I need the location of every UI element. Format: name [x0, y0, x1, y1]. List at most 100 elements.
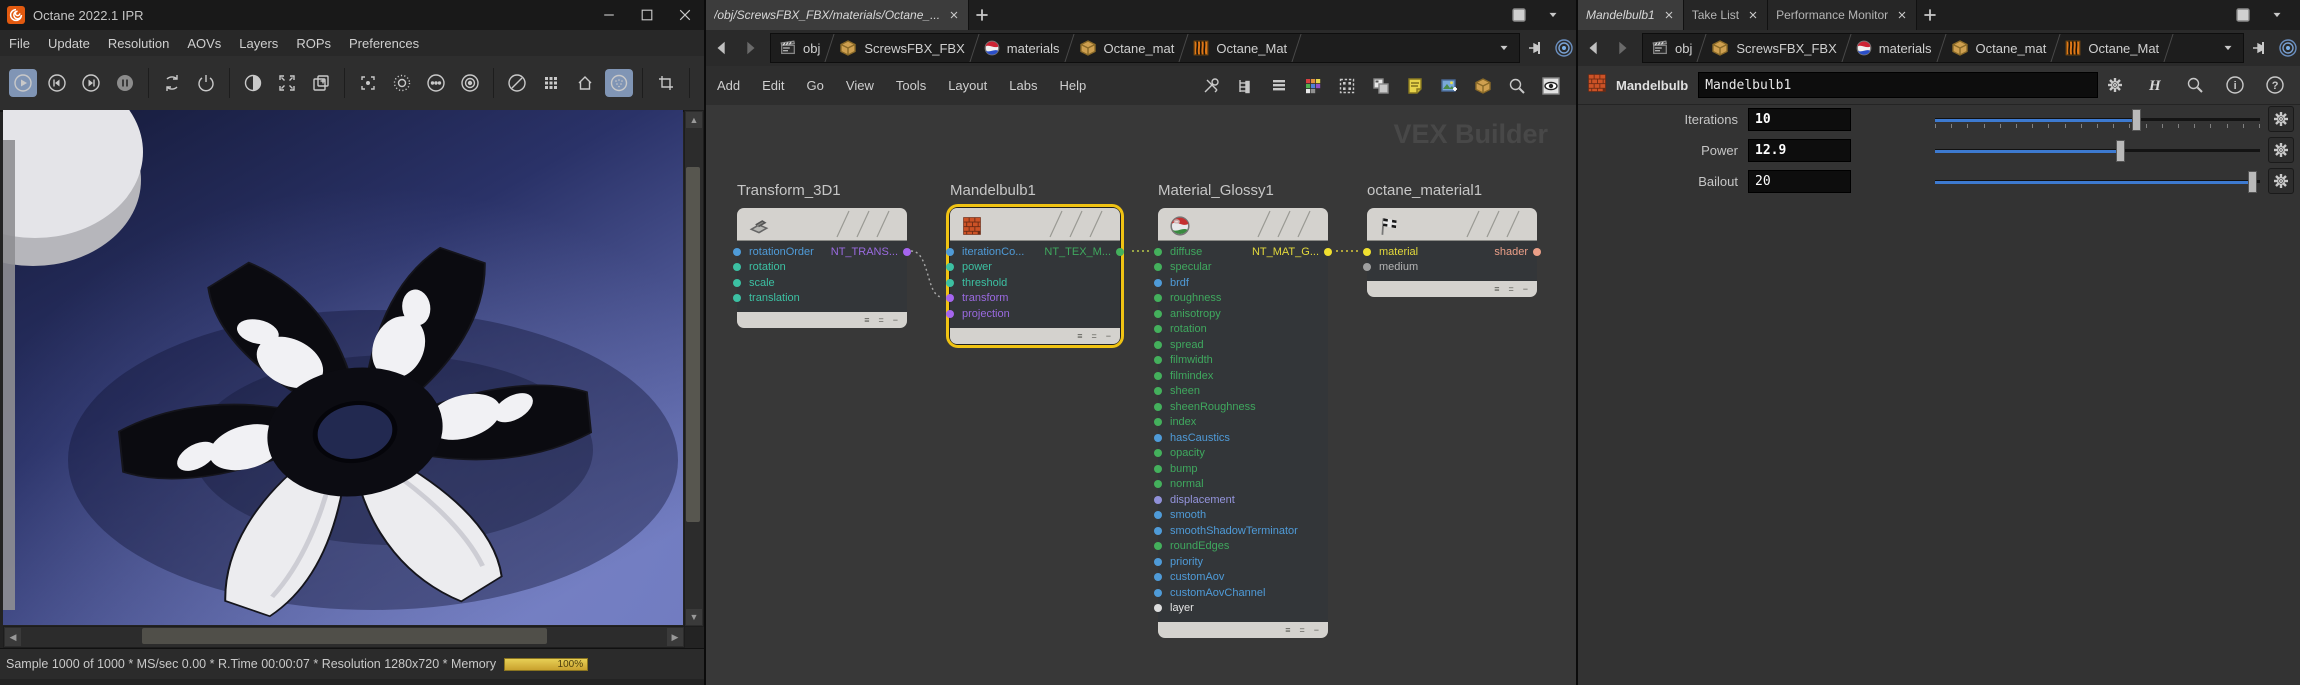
param-slider[interactable] — [1935, 171, 2260, 191]
input-connector-bump[interactable] — [1154, 465, 1162, 473]
power-icon[interactable] — [192, 69, 220, 97]
horizontal-scroll-thumb[interactable] — [142, 628, 547, 644]
search-icon[interactable] — [1503, 72, 1531, 100]
scroll-up-button[interactable]: ▲ — [686, 112, 702, 128]
param-slider[interactable] — [1935, 109, 2260, 129]
network-menu-go[interactable]: Go — [796, 78, 835, 93]
node-name-input[interactable] — [1698, 72, 2098, 98]
palette-icon[interactable] — [1299, 72, 1327, 100]
select-grid-icon[interactable] — [1333, 72, 1361, 100]
pane-menu-icon[interactable] — [2229, 1, 2257, 29]
image-add-icon[interactable] — [1435, 72, 1463, 100]
input-connector-hasCaustics[interactable] — [1154, 434, 1162, 442]
input-connector-smoothShadowTerminator[interactable] — [1154, 527, 1162, 535]
mandelbulb-node-icon[interactable] — [1586, 72, 1608, 99]
skip-back-icon[interactable] — [43, 69, 71, 97]
slider-handle[interactable] — [2248, 171, 2257, 193]
node-display-controls[interactable]: ≡=− — [1158, 622, 1328, 638]
param-slider[interactable] — [1935, 140, 2260, 160]
render-viewport[interactable] — [3, 110, 683, 625]
input-connector-smooth[interactable] — [1154, 511, 1162, 519]
pane-menu-icon[interactable] — [1505, 1, 1533, 29]
render-vertical-scrollbar[interactable]: ▲ ▼ — [684, 110, 704, 627]
vertical-scroll-thumb[interactable] — [686, 167, 700, 522]
windows-icon[interactable] — [1367, 72, 1395, 100]
breadcrumb-item-octane_mat[interactable]: Octane_mat — [1942, 34, 2057, 62]
input-connector-filmwidth[interactable] — [1154, 356, 1162, 364]
input-connector-displacement[interactable] — [1154, 496, 1162, 504]
node-mandelbulb1[interactable]: Mandelbulb1 iterationCo...NT_TEX_M...pow… — [950, 208, 1120, 344]
network-menu-add[interactable]: Add — [706, 78, 751, 93]
node-display-controls[interactable]: ≡=− — [950, 328, 1120, 344]
target-icon[interactable] — [456, 69, 484, 97]
tab-close-icon[interactable] — [1747, 9, 1759, 21]
param-value-field[interactable]: 10 — [1748, 108, 1851, 131]
input-connector-iterationCo[interactable] — [946, 248, 954, 256]
octane-menu-aovs[interactable]: AOVs — [178, 36, 230, 51]
network-menu-labs[interactable]: Labs — [998, 78, 1048, 93]
input-connector-projection[interactable] — [946, 310, 954, 318]
tree-icon[interactable] — [1231, 72, 1259, 100]
brightness-icon[interactable] — [388, 69, 416, 97]
network-menu-tools[interactable]: Tools — [885, 78, 937, 93]
input-connector-sheenRoughness[interactable] — [1154, 403, 1162, 411]
breadcrumb-item-octane_mat[interactable]: Octane_Mat — [2056, 34, 2169, 62]
octane-menu-rops[interactable]: ROPs — [287, 36, 340, 51]
play-icon[interactable] — [9, 69, 37, 97]
input-connector-filmindex[interactable] — [1154, 372, 1162, 380]
scroll-left-button[interactable]: ◀ — [5, 628, 21, 646]
history-back-button[interactable] — [1582, 36, 1606, 60]
houdini-icon[interactable]: H — [2141, 71, 2169, 99]
list-icon[interactable] — [1265, 72, 1293, 100]
network-menu-layout[interactable]: Layout — [937, 78, 998, 93]
gear-icon[interactable] — [2101, 71, 2129, 99]
follow-selection-icon[interactable] — [1552, 36, 1576, 60]
breadcrumb-item-materials[interactable]: materials — [1847, 34, 1942, 62]
input-connector-customAovChannel[interactable] — [1154, 589, 1162, 597]
more-icon[interactable] — [422, 69, 450, 97]
node-transform_3d1[interactable]: Transform_3D1 rotationOrderNT_TRANS...ro… — [737, 208, 907, 328]
input-connector-index[interactable] — [1154, 418, 1162, 426]
param-value-field[interactable]: 12.9 — [1748, 139, 1851, 162]
tab-close-icon[interactable] — [1896, 9, 1908, 21]
tab-close-icon[interactable] — [948, 9, 960, 21]
input-connector-rotation[interactable] — [1154, 325, 1162, 333]
octane-menu-preferences[interactable]: Preferences — [340, 36, 428, 51]
slider-handle[interactable] — [2132, 109, 2141, 131]
parameters-tab[interactable]: Performance Monitor — [1768, 0, 1917, 30]
breadcrumb-item-obj[interactable]: obj — [1643, 34, 1702, 62]
eye-icon[interactable] — [1537, 72, 1565, 100]
breadcrumb-item-octane_mat[interactable]: Octane_Mat — [1184, 34, 1297, 62]
param-menu-gear-button[interactable] — [2268, 137, 2294, 163]
breadcrumb-dropdown[interactable] — [1489, 34, 1519, 62]
input-connector-diffuse[interactable] — [1154, 248, 1162, 256]
input-connector-scale[interactable] — [733, 279, 741, 287]
input-connector-layer[interactable] — [1154, 604, 1162, 612]
history-forward-button[interactable] — [738, 36, 762, 60]
parameters-tab[interactable]: Mandelbulb1 — [1578, 0, 1684, 30]
crop-icon[interactable] — [652, 69, 680, 97]
pane-caret-icon[interactable] — [1539, 1, 1567, 29]
input-connector-rotationOrder[interactable] — [733, 248, 741, 256]
home-icon[interactable] — [571, 69, 599, 97]
octane-menu-file[interactable]: File — [0, 36, 39, 51]
history-back-button[interactable] — [710, 36, 734, 60]
parameters-tab[interactable]: Take List — [1684, 0, 1768, 30]
input-connector-rotation[interactable] — [733, 263, 741, 271]
output-connector[interactable] — [1533, 248, 1541, 256]
tools-icon[interactable] — [1197, 72, 1225, 100]
breadcrumb-item-screwsfbx_fbx[interactable]: ScrewsFBX_FBX — [1702, 34, 1846, 62]
search-icon[interactable] — [2181, 71, 2209, 99]
network-canvas[interactable]: VEX Builder Transform_3D1 rotationOrderN… — [706, 105, 1576, 685]
focus-icon[interactable] — [354, 69, 382, 97]
input-connector-spread[interactable] — [1154, 341, 1162, 349]
tools-icon[interactable] — [699, 69, 706, 97]
skip-forward-icon[interactable] — [77, 69, 105, 97]
network-menu-help[interactable]: Help — [1048, 78, 1097, 93]
slider-handle[interactable] — [2116, 140, 2125, 162]
input-connector-specular[interactable] — [1154, 263, 1162, 271]
input-connector-opacity[interactable] — [1154, 449, 1162, 457]
pane-caret-icon[interactable] — [2263, 1, 2291, 29]
pin-icon[interactable] — [1524, 36, 1548, 60]
network-path-tab[interactable]: /obj/ScrewsFBX_FBX/materials/Octane_... — [706, 0, 969, 30]
